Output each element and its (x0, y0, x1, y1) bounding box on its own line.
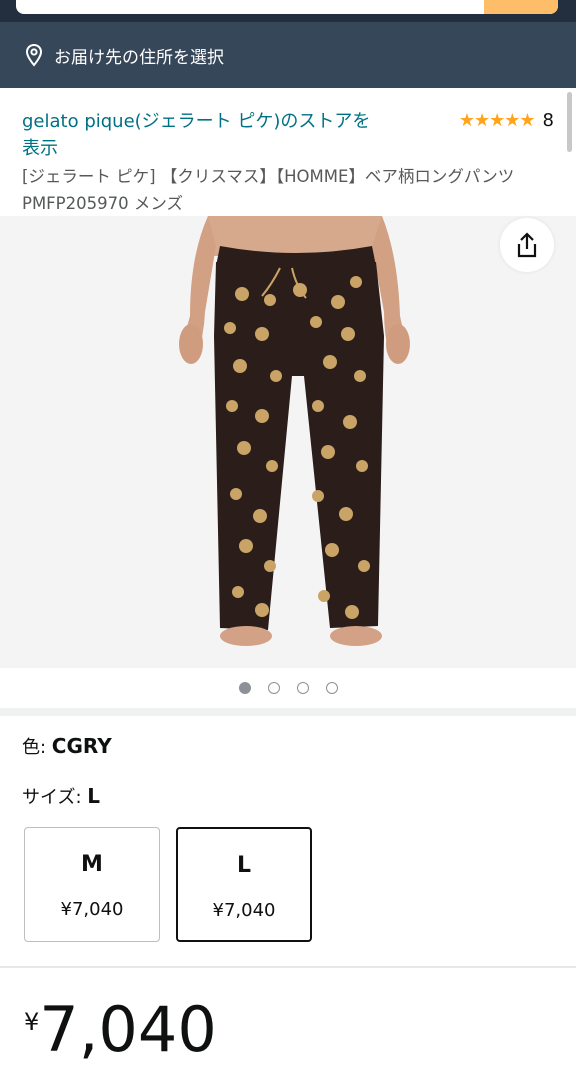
scrollbar[interactable] (567, 92, 572, 152)
color-value: CGRY (51, 734, 112, 758)
section-divider (0, 966, 576, 968)
size-option-price: ¥7,040 (60, 899, 124, 920)
image-carousel-dots (0, 678, 576, 698)
color-label: 色: (22, 737, 52, 758)
product-image[interactable] (0, 216, 576, 668)
size-option-l[interactable]: L ¥7,040 (176, 827, 312, 942)
top-header: お届け先の住所を選択 (0, 0, 576, 88)
size-value: L (87, 784, 100, 808)
share-button[interactable] (500, 218, 554, 272)
rating-count: 8 (542, 109, 554, 131)
carousel-dot[interactable] (238, 682, 251, 694)
size-option-label: M (81, 852, 103, 877)
size-label: サイズ: (22, 787, 88, 808)
rating[interactable]: ★★★★★ 8 (459, 108, 554, 132)
price-amount: 7,040 (39, 993, 217, 1066)
share-icon (517, 232, 537, 258)
carousel-dot[interactable] (296, 682, 309, 694)
search-button[interactable] (484, 0, 558, 14)
search-bar[interactable] (16, 0, 558, 14)
address-prompt: お届け先の住所を選択 (54, 47, 224, 68)
product-photo (179, 216, 410, 646)
star-icon: ★★★★★ (458, 109, 536, 131)
size-variant: サイズ: L (22, 783, 100, 809)
size-option-price: ¥7,040 (212, 900, 276, 921)
delivery-address-bar[interactable]: お届け先の住所を選択 (0, 22, 576, 88)
size-option-label: L (236, 853, 252, 878)
carousel-dot[interactable] (267, 682, 280, 694)
product-price: ¥ 7,040 (24, 992, 217, 1072)
section-divider (0, 708, 576, 716)
size-option-m[interactable]: M ¥7,040 (24, 827, 160, 942)
location-pin-icon (25, 43, 43, 67)
carousel-dot[interactable] (325, 682, 338, 694)
color-variant: 色: CGRY (22, 733, 112, 759)
product-title: [ジェラート ピケ] 【クリスマス】【HOMME】ベア柄ロングパンツ PMFP2… (22, 167, 515, 213)
price-currency: ¥ (24, 1008, 40, 1036)
store-link[interactable]: gelato pique(ジェラート ピケ)のストアを表示 (22, 108, 382, 162)
